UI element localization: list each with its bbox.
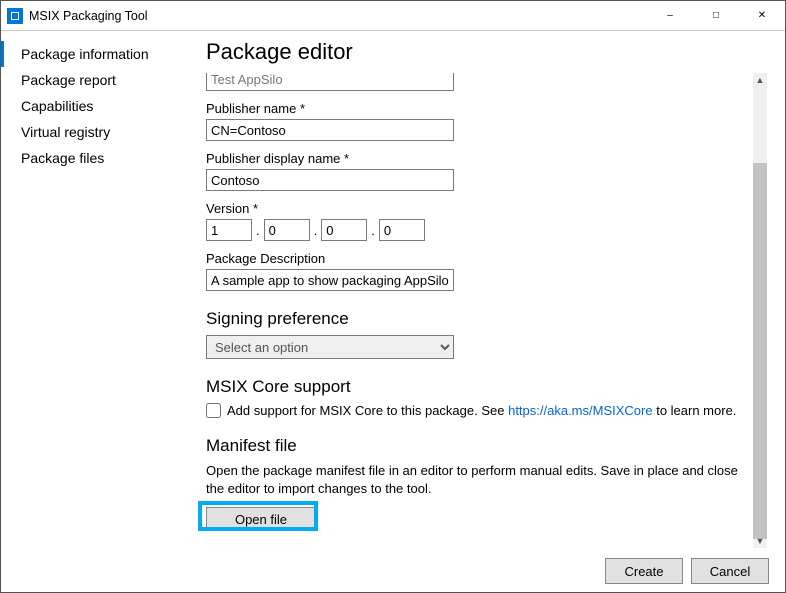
package-desc-label: Package Description [206,251,751,266]
truncated-field[interactable]: Test AppSilo [206,73,454,91]
msix-core-heading: MSIX Core support [206,377,751,397]
version-label: Version * [206,201,751,216]
publisher-name-input[interactable] [206,119,454,141]
app-icon [7,8,23,24]
page-heading: Package editor [206,39,767,65]
version-minor-input[interactable] [264,219,310,241]
sidebar-item-package-report[interactable]: Package report [1,67,186,93]
publisher-display-input[interactable] [206,169,454,191]
open-file-button[interactable]: Open file [206,507,316,531]
version-major-input[interactable] [206,219,252,241]
cancel-button[interactable]: Cancel [691,558,769,584]
close-button[interactable]: ✕ [739,1,785,31]
version-build-input[interactable] [321,219,367,241]
sidebar-item-package-files[interactable]: Package files [1,145,186,171]
minimize-button[interactable]: – [647,1,693,31]
sidebar-item-package-information[interactable]: Package information [1,41,186,67]
signing-heading: Signing preference [206,309,751,329]
main-panel: Package editor Test AppSilo Publisher na… [186,31,785,551]
publisher-display-label: Publisher display name * [206,151,751,166]
sidebar-item-virtual-registry[interactable]: Virtual registry [1,119,186,145]
scrollbar-up-arrow[interactable]: ▲ [753,73,767,87]
manifest-heading: Manifest file [206,436,751,456]
form-scroll-region: Test AppSilo Publisher name * Publisher … [206,73,767,548]
msix-core-checkbox[interactable] [206,403,221,418]
manifest-desc: Open the package manifest file in an edi… [206,462,746,497]
window-title: MSIX Packaging Tool [29,9,148,23]
titlebar: MSIX Packaging Tool – □ ✕ [1,1,785,31]
package-desc-input[interactable] [206,269,454,291]
publisher-name-label: Publisher name * [206,101,751,116]
version-rev-input[interactable] [379,219,425,241]
sidebar: Package information Package report Capab… [1,31,186,551]
scrollbar-down-arrow[interactable]: ▼ [753,534,767,548]
msix-core-link[interactable]: https://aka.ms/MSIXCore [508,403,653,418]
signing-select[interactable]: Select an option [206,335,454,359]
create-button[interactable]: Create [605,558,683,584]
footer: Create Cancel [1,550,785,592]
scrollbar-thumb[interactable] [753,163,767,539]
sidebar-item-capabilities[interactable]: Capabilities [1,93,186,119]
msix-core-label: Add support for MSIX Core to this packag… [227,403,736,418]
maximize-button[interactable]: □ [693,1,739,31]
